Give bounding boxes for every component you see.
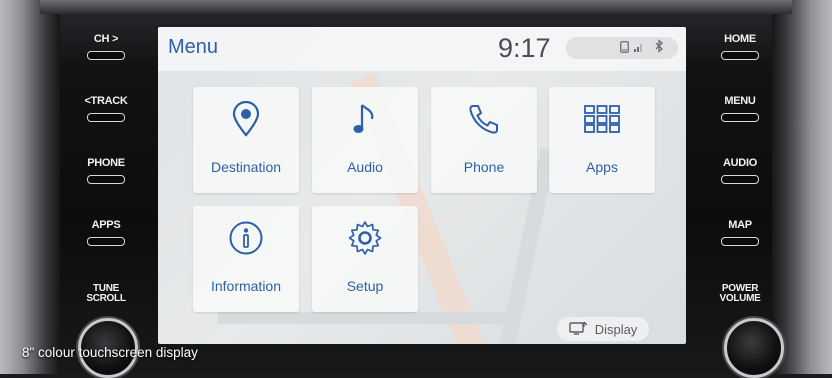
power-volume-label: POWER VOLUME — [708, 284, 772, 304]
ch-next-key[interactable] — [87, 51, 125, 60]
audio-hard-label: AUDIO — [723, 157, 757, 169]
track-prev-button[interactable]: <TRACK — [74, 96, 138, 122]
destination-label: Destination — [210, 159, 282, 175]
home-hard-label: HOME — [724, 33, 756, 45]
tune-scroll-label: TUNE SCROLL — [74, 284, 138, 304]
music-note-icon — [312, 99, 418, 139]
volume-label: VOLUME — [719, 293, 761, 304]
map-hard-key[interactable] — [721, 237, 759, 246]
home-hard-key[interactable] — [721, 51, 759, 60]
track-prev-key[interactable] — [87, 113, 125, 122]
gear-icon — [312, 218, 418, 258]
right-dash-trim — [772, 0, 832, 374]
audio-label: Audio — [347, 159, 383, 175]
bluetooth-icon — [654, 39, 664, 56]
apps-grid-icon — [549, 99, 655, 139]
signal-icon — [634, 43, 644, 55]
home-hard-button[interactable]: HOME — [708, 34, 772, 60]
apps-hard-key[interactable] — [87, 237, 125, 246]
map-hard-button[interactable]: MAP — [708, 220, 772, 246]
page-title: Menu — [168, 36, 219, 58]
destination-tile[interactable]: Destination — [193, 87, 299, 193]
phone-hard-button[interactable]: PHONE — [74, 158, 138, 184]
phone-hard-label: PHONE — [87, 157, 125, 169]
apps-hard-button[interactable]: APPS — [74, 220, 138, 246]
menu-hard-key[interactable] — [721, 113, 759, 122]
menu-hard-button[interactable]: MENU — [708, 96, 772, 122]
information-tile[interactable]: Information — [193, 206, 299, 312]
status-bar: Menu 9:17 — [158, 27, 686, 71]
ch-next-label: CH > — [93, 33, 119, 45]
top-dash-strip — [40, 0, 792, 14]
clock: 9:17 — [498, 33, 551, 63]
apps-hard-label: APPS — [91, 219, 121, 231]
audio-hard-key[interactable] — [721, 175, 759, 184]
image-caption: 8" colour touchscreen display — [22, 345, 198, 360]
display-icon — [568, 321, 589, 338]
apps-tile[interactable]: Apps — [549, 87, 655, 193]
phone-icon — [620, 41, 629, 56]
map-road — [218, 312, 518, 324]
audio-hard-button[interactable]: AUDIO — [708, 158, 772, 184]
touchscreen[interactable]: Menu 9:17 Destination Audio Phone Apps I… — [158, 27, 686, 344]
setup-tile[interactable]: Setup — [312, 206, 418, 312]
power-volume-knob[interactable] — [724, 318, 784, 378]
phone-hard-key[interactable] — [87, 175, 125, 184]
left-dash-trim — [0, 0, 60, 374]
track-prev-label: <TRACK — [84, 95, 128, 107]
map-hard-label: MAP — [728, 219, 752, 231]
display-button[interactable]: Display — [557, 317, 649, 341]
phone-tile[interactable]: Phone — [431, 87, 537, 193]
phone-label: Phone — [463, 159, 505, 175]
phone-handset-icon — [431, 99, 537, 139]
location-pin-icon — [193, 99, 299, 139]
audio-tile[interactable]: Audio — [312, 87, 418, 193]
apps-label: Apps — [586, 159, 618, 175]
info-icon — [193, 218, 299, 258]
information-label: Information — [210, 278, 282, 294]
setup-label: Setup — [346, 278, 384, 294]
menu-hard-label: MENU — [724, 95, 756, 107]
ch-next-button[interactable]: CH > — [74, 34, 138, 60]
scroll-label: SCROLL — [86, 293, 126, 304]
display-label: Display — [594, 321, 638, 337]
